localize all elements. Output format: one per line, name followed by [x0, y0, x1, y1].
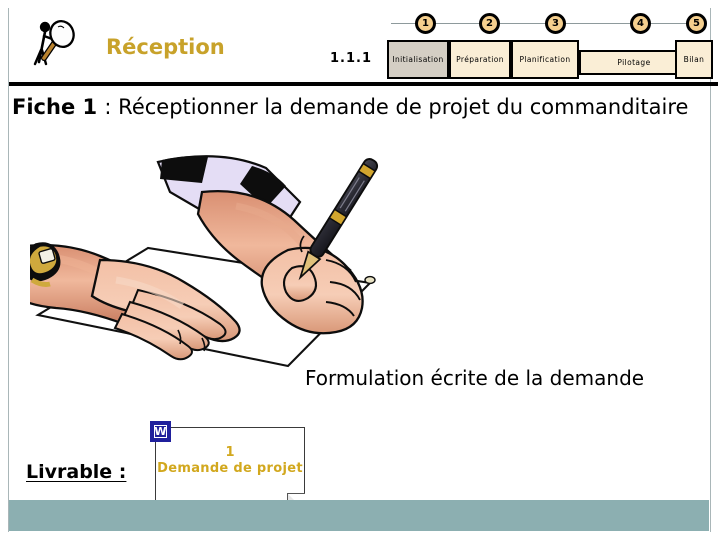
frame-border-right	[710, 8, 711, 532]
step-number-3: 3	[545, 13, 566, 34]
deliverable-name: Demande de projet	[157, 461, 303, 476]
illustration-caption: Formulation écrite de la demande	[305, 366, 645, 390]
page-title-prefix: Fiche 1	[12, 95, 105, 119]
microsoft-word-icon: W	[150, 421, 171, 442]
word-icon-letter: W	[154, 425, 167, 438]
step-number-2: 2	[479, 13, 500, 34]
deliverable-label: Livrable :	[26, 461, 127, 483]
header-divider	[9, 82, 718, 86]
step-number-5: 5	[686, 13, 707, 34]
process-step-track: 1 2 3 4 5 Initialisation Préparation Pla…	[383, 10, 713, 83]
step-box-bilan[interactable]: Bilan	[675, 40, 713, 79]
activity-code: 1.1.1	[330, 51, 373, 66]
slide-header: Réception 1.1.1 1 2 3 4 5 Initialisation…	[9, 8, 718, 86]
page-title: Fiche 1 : Réceptionner la demande de pro…	[12, 95, 712, 119]
footer-bar	[9, 500, 709, 531]
page-title-rest: : Réceptionner la demande de projet du c…	[104, 95, 689, 119]
step-box-initialisation[interactable]: Initialisation	[387, 40, 449, 79]
phase-title: Réception	[106, 35, 225, 59]
step-number-1: 1	[415, 13, 436, 34]
hands-writing-on-paper-illustration	[20, 140, 430, 372]
deliverable-number: 1	[225, 445, 235, 460]
step-number-4: 4	[630, 13, 651, 34]
frame-border-left	[8, 8, 9, 532]
step-box-planification[interactable]: Planification	[511, 40, 579, 79]
slide-root: Réception 1.1.1 1 2 3 4 5 Initialisation…	[0, 0, 720, 540]
magnifier-person-icon	[22, 14, 84, 76]
step-box-pilotage[interactable]: Pilotage	[579, 50, 689, 75]
step-box-preparation[interactable]: Préparation	[449, 40, 511, 79]
deliverable-document-card[interactable]: W 1 Demande de projet	[150, 421, 305, 511]
